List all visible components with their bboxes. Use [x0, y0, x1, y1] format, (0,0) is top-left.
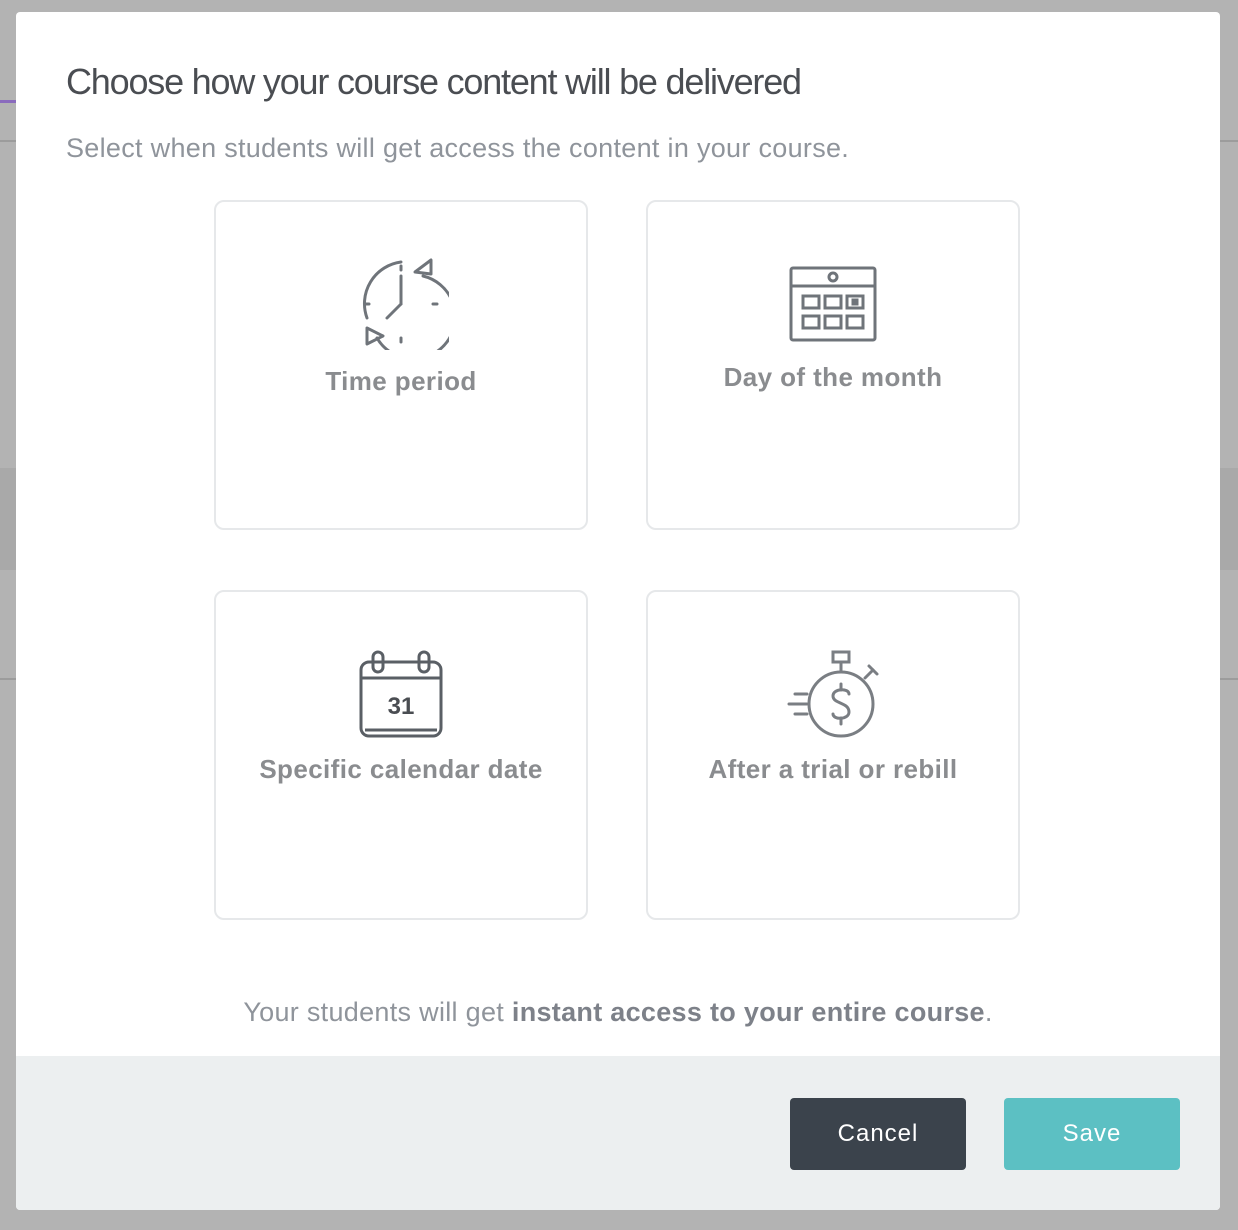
- backdrop-tab-accent: [0, 100, 16, 103]
- access-info-text: Your students will get instant access to…: [16, 997, 1220, 1028]
- cancel-button[interactable]: Cancel: [790, 1098, 966, 1170]
- calendar-date-icon: 31: [216, 650, 586, 740]
- option-specific-date[interactable]: 31 Specific calendar date: [214, 590, 588, 920]
- option-label: Specific calendar date: [259, 754, 543, 784]
- info-prefix: Your students will get: [243, 997, 512, 1027]
- info-emphasis: instant access to your entire course: [511, 997, 985, 1027]
- option-day-of-month[interactable]: Day of the month: [646, 200, 1020, 530]
- option-label: Time period: [325, 366, 477, 396]
- option-label: After a trial or rebill: [708, 754, 958, 784]
- modal-subtitle: Select when students will get access the…: [66, 133, 850, 163]
- calendar-day-number: 31: [388, 693, 415, 720]
- option-trial-rebill[interactable]: After a trial or rebill: [646, 590, 1020, 920]
- option-time-period[interactable]: Time period: [214, 200, 588, 530]
- save-button[interactable]: Save: [1004, 1098, 1180, 1170]
- info-suffix: .: [984, 997, 993, 1027]
- modal-footer: Cancel Save: [16, 1056, 1220, 1210]
- clock-cycle-icon: [216, 258, 586, 350]
- stopwatch-dollar-icon: [648, 650, 1018, 742]
- option-label: Day of the month: [723, 362, 943, 392]
- delivery-modal: Choose how your course content will be d…: [16, 12, 1220, 1210]
- modal-title: Choose how your course content will be d…: [66, 61, 802, 102]
- calendar-grid-icon: [648, 266, 1018, 344]
